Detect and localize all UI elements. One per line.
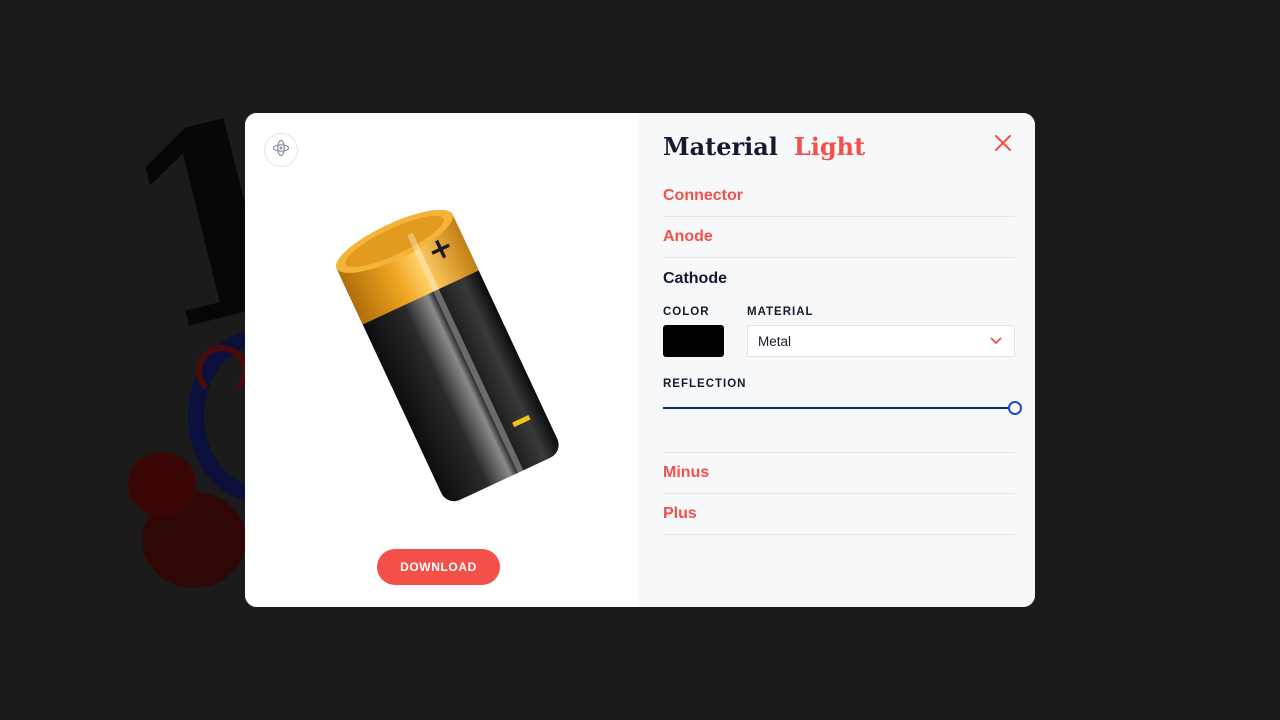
tab-material[interactable]: Material (663, 132, 778, 161)
material-editor-modal: + DOWNLOAD Material Light Connector Anod… (245, 113, 1035, 607)
slider-track[interactable] (663, 407, 1015, 409)
model-preview[interactable]: + DOWNLOAD (245, 113, 639, 607)
material-select[interactable]: Metal (747, 325, 1015, 357)
section-cathode[interactable]: Cathode (663, 258, 1015, 299)
color-label: COLOR (663, 306, 710, 318)
close-icon (995, 134, 1011, 156)
settings-panel: Material Light Connector Anode Cathode C… (639, 113, 1035, 607)
section-minus[interactable]: Minus (663, 453, 1015, 494)
panel-tabs: Material Light (663, 129, 865, 163)
reflection-label: REFLECTION (663, 378, 747, 390)
close-button[interactable] (993, 134, 1013, 156)
section-anode[interactable]: Anode (663, 217, 1015, 258)
chevron-down-icon (990, 332, 1002, 350)
background-shape (196, 345, 248, 397)
material-label: MATERIAL (747, 306, 814, 318)
section-connector[interactable]: Connector (663, 176, 1015, 217)
battery-model: + (336, 209, 559, 502)
section-plus[interactable]: Plus (663, 494, 1015, 535)
cathode-settings: COLOR MATERIAL Metal REFLECTION (663, 299, 1022, 453)
background-shape (128, 452, 196, 516)
color-swatch[interactable] (663, 325, 724, 357)
download-button[interactable]: DOWNLOAD (377, 549, 500, 585)
material-select-value: Metal (758, 333, 792, 349)
section-list: Connector Anode Cathode COLOR MATERIAL M… (663, 176, 1022, 535)
slider-thumb[interactable] (1008, 401, 1022, 415)
tab-light[interactable]: Light (794, 132, 865, 161)
